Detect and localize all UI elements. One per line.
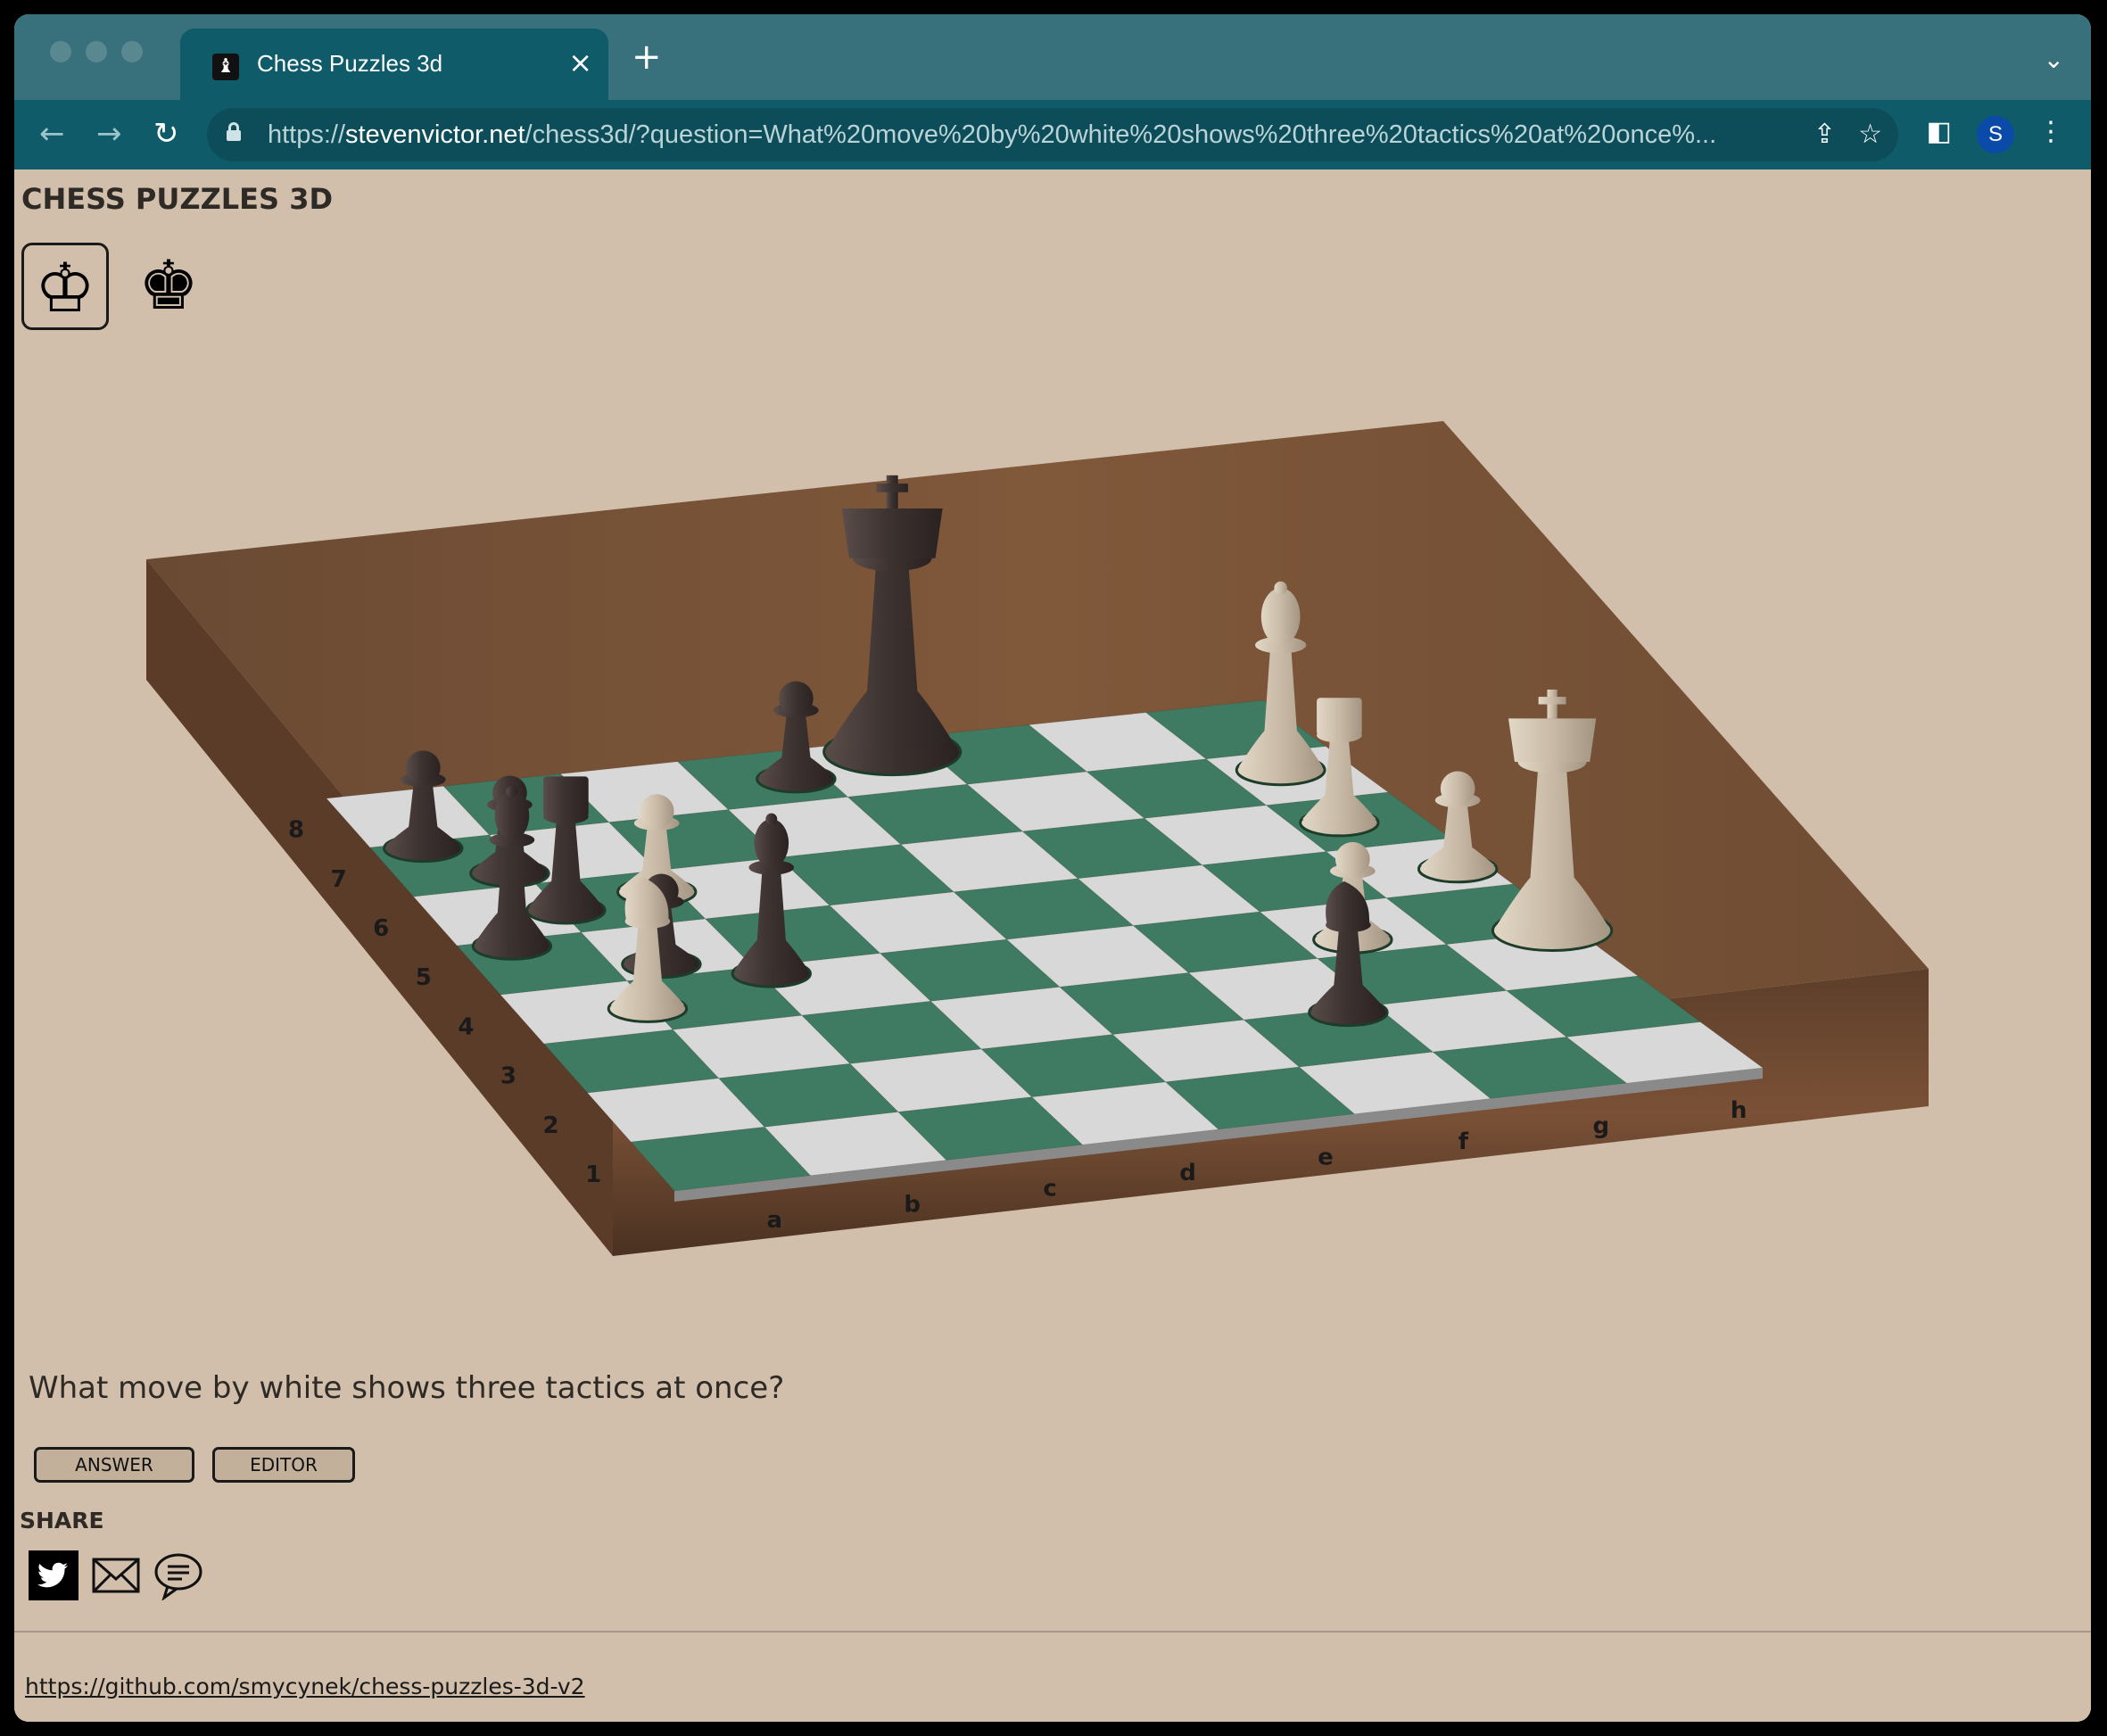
tab-search-chevron-icon[interactable]: ⌄ [2044,45,2064,74]
chess-board-3d[interactable]: a b c d e f g h 12345678 [14,366,2091,1365]
github-link[interactable]: https://github.com/smycynek/chess-puzzle… [25,1674,585,1699]
rank-label-8: 8 [288,817,304,844]
file-label-f: f [1458,1128,1469,1155]
new-tab-button[interactable]: + [632,39,662,75]
rank-label-4: 4 [458,1013,474,1040]
file-label-b: b [904,1191,921,1218]
rank-label-1: 1 [585,1161,601,1188]
back-arrow-icon[interactable]: ← [39,116,65,152]
tab-strip: ♝ Chess Puzzles 3d × + ⌄ [14,14,2091,100]
browser-toolbar: ← → ↻ https://stevenvictor.net/chess3d/?… [14,100,2091,169]
file-label-c: c [1043,1176,1056,1203]
minimize-window-button[interactable] [86,41,107,62]
rank-label-5: 5 [416,964,432,991]
rank-label-2: 2 [542,1112,558,1139]
tab-chess-puzzles[interactable]: ♝ Chess Puzzles 3d × [180,29,608,100]
divider [14,1631,2091,1633]
page-content: CHESS PUZZLES 3D ♔ ♚ a b c d e f g h 1 2… [14,169,2091,1722]
window-controls[interactable] [50,41,143,62]
browser-window: ♝ Chess Puzzles 3d × + ⌄ ← → ↻ https://s… [14,14,2091,1722]
tab-title: Chess Puzzles 3d [257,50,443,77]
url-text[interactable]: https://stevenvictor.net/chess3d/?questi… [268,120,1784,150]
rank-label-3: 3 [500,1063,516,1090]
address-bar[interactable]: https://stevenvictor.net/chess3d/?questi… [207,108,1898,161]
file-label-d: d [1179,1160,1196,1186]
answer-button[interactable]: ANSWER [34,1447,194,1483]
close-window-button[interactable] [50,41,71,62]
rank-label-6: 6 [373,915,389,942]
share-label: SHARE [20,1508,104,1533]
lock-icon[interactable] [227,122,241,141]
email-icon[interactable] [91,1550,141,1600]
url-host: stevenvictor.net [345,120,525,149]
favicon-icon: ♝ [212,54,239,80]
forward-arrow-icon[interactable]: → [96,116,122,152]
white-side-button[interactable]: ♔ [21,243,109,330]
file-label-g: g [1592,1112,1609,1139]
profile-avatar[interactable]: S [1977,116,2014,153]
maximize-window-button[interactable] [121,41,143,62]
file-label-h: h [1731,1097,1748,1124]
kebab-menu-icon[interactable]: ⋮ [2037,116,2064,147]
page-title: CHESS PUZZLES 3D [21,182,334,216]
file-label-a: a [767,1207,783,1234]
twitter-icon[interactable] [29,1550,78,1600]
puzzle-question: What move by white shows three tactics a… [29,1370,785,1406]
url-scheme: https:// [268,120,346,149]
editor-button[interactable]: EDITOR [212,1447,355,1483]
bookmark-star-icon[interactable]: ☆ [1858,119,1882,150]
comment-icon[interactable] [153,1550,203,1600]
side-panel-icon[interactable]: ◧ [1927,116,1952,147]
file-label-e: e [1318,1145,1334,1171]
share-page-icon[interactable]: ⇪ [1814,119,1836,150]
tab-close-icon[interactable]: × [568,46,592,79]
reload-icon[interactable]: ↻ [153,116,179,152]
url-path: /chess3d/?question=What%20move%20by%20wh… [525,120,1717,149]
rank-label-7: 7 [331,866,347,893]
black-side-button[interactable]: ♚ [125,243,212,330]
